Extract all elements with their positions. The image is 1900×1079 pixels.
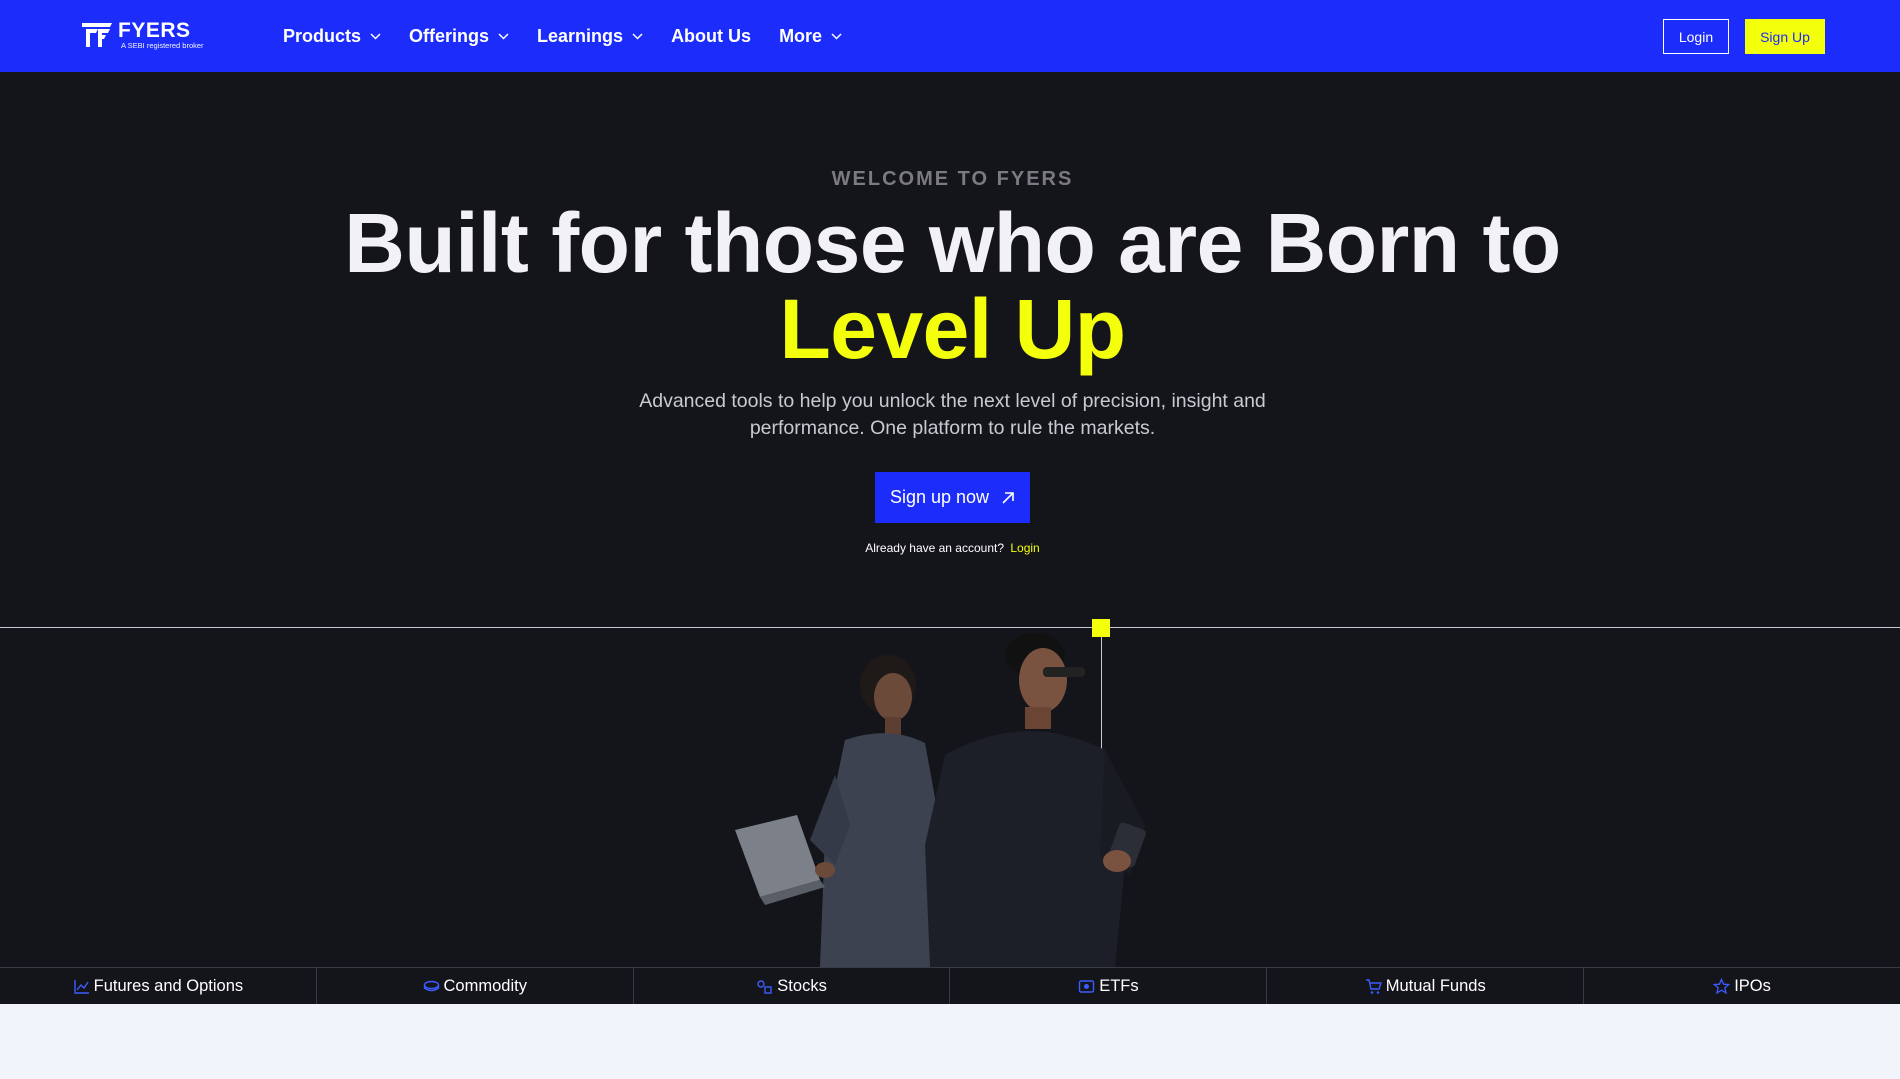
- etf-icon: [1078, 979, 1095, 993]
- category-label: IPOs: [1734, 976, 1771, 995]
- arrow-up-right-icon: [1002, 491, 1014, 504]
- category-stocks[interactable]: Stocks: [634, 968, 951, 1004]
- category-futures-and-options[interactable]: Futures and Options: [0, 968, 317, 1004]
- nav-offerings-label: Offerings: [409, 25, 490, 46]
- chevron-down-icon: [632, 32, 643, 40]
- cart-icon: [1365, 978, 1382, 994]
- coins-icon: [423, 980, 439, 991]
- category-commodity[interactable]: Commodity: [317, 968, 634, 1004]
- nav-about-us[interactable]: About Us: [671, 26, 751, 47]
- category-label: Mutual Funds: [1385, 976, 1486, 995]
- cta-label: Sign up now: [889, 487, 990, 507]
- hero-headline: Built for those who are Born to Level Up: [0, 200, 1900, 372]
- nav-offerings[interactable]: Offerings: [409, 26, 509, 47]
- nav-about-us-label: About Us: [671, 25, 752, 46]
- nav-products[interactable]: Products: [283, 26, 381, 47]
- fyers-logo-icon: [82, 23, 112, 47]
- top-navbar: FYERS A SEBI registered broker Products …: [0, 0, 1900, 72]
- hero-login-link[interactable]: Login: [1010, 541, 1039, 555]
- hero-people-illustration: [735, 633, 1146, 967]
- category-label: Commodity: [443, 976, 527, 995]
- hero-subtext: Advanced tools to help you unlock the ne…: [639, 390, 1266, 439]
- main-menu: Products Offerings Learnings About Us Mo…: [283, 0, 870, 72]
- category-label: Stocks: [777, 976, 827, 995]
- nav-products-label: Products: [283, 25, 362, 46]
- nav-learnings[interactable]: Learnings: [537, 26, 643, 47]
- stocks-icon: [757, 979, 772, 994]
- chevron-down-icon: [831, 32, 842, 40]
- hero-eyebrow: WELCOME TO FYERS: [831, 168, 1074, 190]
- account-prompt: Already have an account? Login: [0, 541, 1900, 555]
- category-bar: Futures and Options Commodity Stocks ETF…: [0, 967, 1900, 1004]
- chevron-down-icon: [498, 32, 509, 40]
- category-etfs[interactable]: ETFs: [950, 968, 1268, 1004]
- category-label: ETFs: [1099, 976, 1139, 995]
- login-button[interactable]: Login: [1663, 19, 1729, 54]
- woman-figure: [735, 655, 940, 967]
- chevron-down-icon: [370, 32, 381, 40]
- hero-headline-main: Built for those who are Born to: [344, 196, 1561, 290]
- account-prompt-text: Already have an account?: [865, 541, 1005, 555]
- category-ipos[interactable]: IPOs: [1584, 968, 1900, 1004]
- man-figure: [925, 633, 1146, 967]
- category-mutual-funds[interactable]: Mutual Funds: [1267, 968, 1585, 1004]
- sign-up-now-button[interactable]: Sign up now: [875, 472, 1030, 523]
- star-icon: [1713, 977, 1731, 994]
- nav-more-label: More: [779, 25, 823, 46]
- next-section-background: [0, 1004, 1900, 1079]
- logo-tagline: A SEBI registered broker: [121, 41, 204, 51]
- fyers-logo[interactable]: FYERS A SEBI registered broker: [80, 18, 204, 52]
- nav-learnings-label: Learnings: [537, 25, 624, 46]
- chart-line-icon: [73, 979, 89, 994]
- nav-more[interactable]: More: [779, 26, 842, 47]
- signup-button[interactable]: Sign Up: [1745, 19, 1825, 54]
- hero-headline-accent: Level Up: [779, 282, 1126, 376]
- logo-wordmark: FYERS: [118, 19, 191, 43]
- category-label: Futures and Options: [93, 976, 244, 995]
